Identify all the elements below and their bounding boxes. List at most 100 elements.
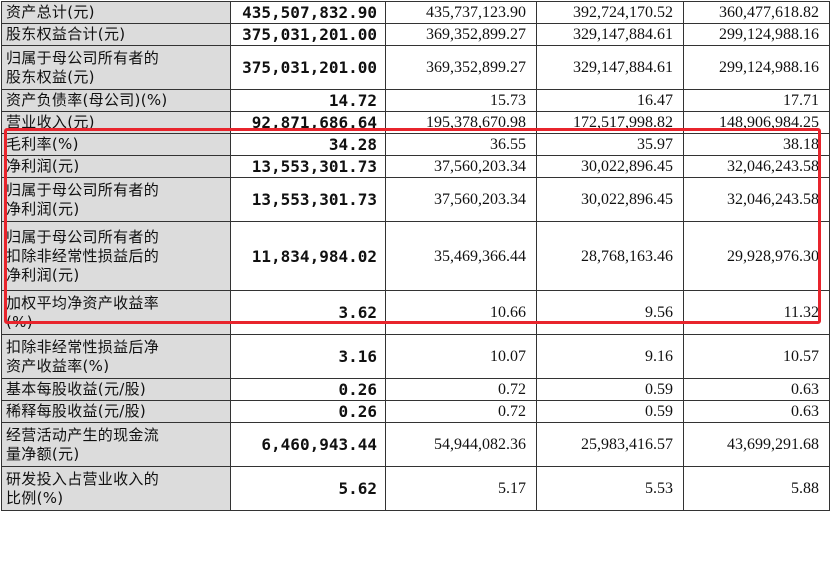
- row-label-line: 毛利率(%): [6, 135, 79, 153]
- current-period-value: 0.26: [230, 400, 386, 423]
- table-row: 研发投入占营业收入的 比例(%) 5.62 5.17 5.53 5.88: [1, 466, 830, 511]
- table-row: 毛利率(%) 34.28 36.55 35.97 38.18: [1, 133, 830, 156]
- row-label: 稀释每股收益(元/股): [1, 400, 231, 423]
- table-row: 归属于母公司所有者的 净利润(元) 13,553,301.73 37,560,203.…: [1, 177, 830, 222]
- row-label: 资产总计(元): [1, 1, 231, 24]
- row-label-line: 营业收入(元): [6, 113, 95, 131]
- row-label-line: 净利润(元): [6, 199, 80, 218]
- row-label: 研发投入占营业收入的 比例(%): [1, 466, 231, 511]
- period-3-value: 10.57: [683, 334, 830, 379]
- period-2-value: 0.59: [536, 378, 684, 401]
- period-2-value: 392,724,170.52: [536, 1, 684, 24]
- period-1-value: 37,560,203.34: [385, 177, 537, 222]
- table-row: 扣除非经常性损益后净 资产收益率(%) 3.16 10.07 9.16 10.57: [1, 334, 830, 379]
- period-1-value: 35,469,366.44: [385, 221, 537, 291]
- row-label-line: 研发投入占营业收入的: [6, 469, 160, 488]
- current-period-value: 3.62: [230, 290, 386, 335]
- period-3-value: 17.71: [683, 89, 830, 112]
- row-label-line: 稀释每股收益(元/股): [6, 402, 147, 420]
- table-row: 营业收入(元) 92,871,686.64 195,378,670.98 172,51…: [1, 111, 830, 134]
- period-1-value: 435,737,123.90: [385, 1, 537, 24]
- row-label: 归属于母公司所有者的 净利润(元): [1, 177, 231, 222]
- table-row: 归属于母公司所有者的 股东权益(元) 375,031,201.00 369,352,8…: [1, 45, 830, 90]
- period-3-value: 11.32: [683, 290, 830, 335]
- current-period-value: 435,507,832.90: [230, 1, 386, 24]
- current-period-value: 92,871,686.64: [230, 111, 386, 134]
- period-1-value: 54,944,082.36: [385, 422, 537, 467]
- row-label-line: (%): [6, 312, 33, 331]
- row-label-line: 归属于母公司所有者的: [6, 180, 160, 199]
- period-1-value: 10.07: [385, 334, 537, 379]
- row-label-line: 扣除非经常性损益后净: [6, 337, 160, 356]
- period-3-value: 29,928,976.30: [683, 221, 830, 291]
- period-1-value: 15.73: [385, 89, 537, 112]
- row-label-line: 净利润(元): [6, 157, 80, 175]
- current-period-value: 13,553,301.73: [230, 155, 386, 178]
- period-3-value: 38.18: [683, 133, 830, 156]
- row-label: 基本每股收益(元/股): [1, 378, 231, 401]
- financial-data-table: 资产总计(元) 435,507,832.90 435,737,123.90 392,7…: [1, 1, 830, 511]
- row-label-line: 基本每股收益(元/股): [6, 380, 147, 398]
- row-label: 资产负债率(母公司)(%): [1, 89, 231, 112]
- period-2-value: 172,517,998.82: [536, 111, 684, 134]
- period-1-value: 37,560,203.34: [385, 155, 537, 178]
- period-1-value: 369,352,899.27: [385, 23, 537, 46]
- row-label: 归属于母公司所有者的 股东权益(元): [1, 45, 231, 90]
- period-3-value: 0.63: [683, 378, 830, 401]
- row-label-line: 经营活动产生的现金流: [6, 425, 160, 444]
- period-2-value: 16.47: [536, 89, 684, 112]
- period-1-value: 36.55: [385, 133, 537, 156]
- table-row: 归属于母公司所有者的 扣除非经常性损益后的 净利润(元) 11,834,984.02 3…: [1, 221, 830, 291]
- row-label-line: 资产总计(元): [6, 3, 95, 21]
- period-2-value: 329,147,884.61: [536, 45, 684, 90]
- period-3-value: 5.88: [683, 466, 830, 511]
- period-2-value: 25,983,416.57: [536, 422, 684, 467]
- row-label: 扣除非经常性损益后净 资产收益率(%): [1, 334, 231, 379]
- row-label: 毛利率(%): [1, 133, 231, 156]
- current-period-value: 13,553,301.73: [230, 177, 386, 222]
- period-3-value: 299,124,988.16: [683, 45, 830, 90]
- period-3-value: 43,699,291.68: [683, 422, 830, 467]
- row-label: 归属于母公司所有者的 扣除非经常性损益后的 净利润(元): [1, 221, 231, 291]
- table-row: 资产总计(元) 435,507,832.90 435,737,123.90 392,7…: [1, 1, 830, 24]
- current-period-value: 375,031,201.00: [230, 45, 386, 90]
- period-3-value: 360,477,618.82: [683, 1, 830, 24]
- period-2-value: 5.53: [536, 466, 684, 511]
- row-label-line: 股东权益(元): [6, 67, 95, 86]
- row-label-line: 归属于母公司所有者的: [6, 227, 160, 246]
- period-1-value: 10.66: [385, 290, 537, 335]
- period-2-value: 30,022,896.45: [536, 155, 684, 178]
- row-label-line: 资产负债率(母公司)(%): [6, 91, 168, 109]
- period-2-value: 30,022,896.45: [536, 177, 684, 222]
- row-label-line: 扣除非经常性损益后的: [6, 246, 160, 265]
- table-row: 股东权益合计(元) 375,031,201.00 369,352,899.27 329…: [1, 23, 830, 46]
- period-3-value: 32,046,243.58: [683, 155, 830, 178]
- period-2-value: 9.16: [536, 334, 684, 379]
- current-period-value: 14.72: [230, 89, 386, 112]
- current-period-value: 34.28: [230, 133, 386, 156]
- period-3-value: 0.63: [683, 400, 830, 423]
- row-label-line: 量净额(元): [6, 444, 80, 463]
- period-1-value: 0.72: [385, 378, 537, 401]
- period-3-value: 299,124,988.16: [683, 23, 830, 46]
- period-3-value: 148,906,984.25: [683, 111, 830, 134]
- period-2-value: 28,768,163.46: [536, 221, 684, 291]
- row-label-line: 净利润(元): [6, 265, 80, 284]
- period-1-value: 0.72: [385, 400, 537, 423]
- row-label: 净利润(元): [1, 155, 231, 178]
- current-period-value: 3.16: [230, 334, 386, 379]
- period-2-value: 0.59: [536, 400, 684, 423]
- period-3-value: 32,046,243.58: [683, 177, 830, 222]
- table-row: 资产负债率(母公司)(%) 14.72 15.73 16.47 17.71: [1, 89, 830, 112]
- period-1-value: 5.17: [385, 466, 537, 511]
- current-period-value: 0.26: [230, 378, 386, 401]
- row-label-line: 比例(%): [6, 488, 64, 507]
- table-row: 加权平均净资产收益率 (%) 3.62 10.66 9.56 11.32: [1, 290, 830, 335]
- row-label: 加权平均净资产收益率 (%): [1, 290, 231, 335]
- period-2-value: 35.97: [536, 133, 684, 156]
- period-1-value: 195,378,670.98: [385, 111, 537, 134]
- row-label: 经营活动产生的现金流 量净额(元): [1, 422, 231, 467]
- row-label-line: 加权平均净资产收益率: [6, 293, 160, 312]
- current-period-value: 5.62: [230, 466, 386, 511]
- period-2-value: 329,147,884.61: [536, 23, 684, 46]
